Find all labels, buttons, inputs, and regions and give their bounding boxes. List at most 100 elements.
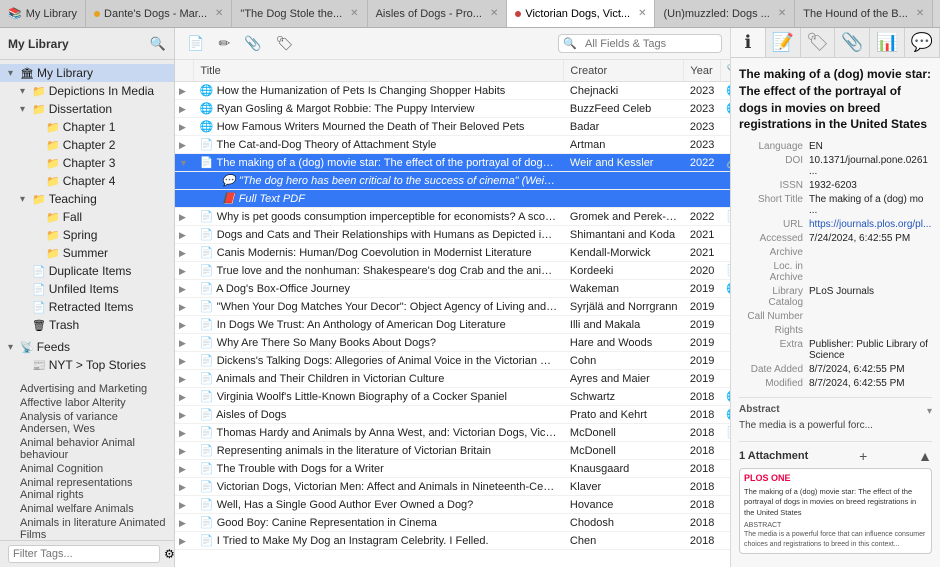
row-title[interactable]: 📄 Thomas Hardy and Animals by Anna West,… xyxy=(194,424,564,442)
right-tab-relate[interactable]: 📊 xyxy=(870,28,905,57)
tree-toggle[interactable]: ▾ xyxy=(20,104,32,115)
tab-dantes-dogs[interactable]: Dante's Dogs - Mar... ✕ xyxy=(86,0,232,28)
table-row[interactable]: ▶ 📄 Canis Modernis: Human/Dog Coevolutio… xyxy=(175,244,730,262)
row-title[interactable]: 📕 Full Text PDF xyxy=(194,190,564,208)
sidebar-item-chapter3[interactable]: 📁 Chapter 3 xyxy=(0,154,174,172)
sidebar-item-depictions[interactable]: ▾ 📁 Depictions In Media xyxy=(0,82,174,100)
tag-item[interactable]: Animals in literature Animated Films xyxy=(0,516,174,540)
row-title[interactable]: 📄 The Cat-and-Dog Theory of Attachment S… xyxy=(194,136,564,154)
row-title[interactable]: 📄 Canis Modernis: Human/Dog Coevolution … xyxy=(194,244,564,262)
sidebar-item-chapter4[interactable]: 📁 Chapter 4 xyxy=(0,172,174,190)
tag-item[interactable]: Advertising and Marketing xyxy=(0,382,174,396)
row-title[interactable]: 📄 Good Boy: Canine Representation in Cin… xyxy=(194,514,564,532)
filter-settings-icon[interactable]: ⚙ xyxy=(164,547,175,561)
row-title[interactable]: 📄 I Tried to Make My Dog an Instagram Ce… xyxy=(194,532,564,550)
row-title[interactable]: 📄 A Dog's Box-Office Journey xyxy=(194,280,564,298)
row-expand[interactable]: ▶ xyxy=(175,208,194,226)
row-title[interactable]: 📄 Why Are There So Many Books About Dogs… xyxy=(194,334,564,352)
row-expand[interactable]: ▶ xyxy=(175,388,194,406)
tag-item[interactable]: Animal behavior Animal behaviour xyxy=(0,436,174,462)
table-row[interactable]: ▶ 📄 In Dogs We Trust: An Anthology of Am… xyxy=(175,316,730,334)
row-title[interactable]: 📄 In Dogs We Trust: An Anthology of Amer… xyxy=(194,316,564,334)
table-row[interactable]: ▶ 📄 Animals and Their Children in Victor… xyxy=(175,370,730,388)
right-tab-info[interactable]: ℹ xyxy=(731,28,766,57)
info-value[interactable]: 10.1371/journal.pone.0261 ... xyxy=(809,155,932,177)
tab-dog-stole[interactable]: "The Dog Stole the... ✕ xyxy=(232,0,367,28)
filter-tags-input[interactable] xyxy=(8,545,160,563)
row-title[interactable]: 📄 Why is pet goods consumption impercept… xyxy=(194,208,564,226)
row-expand[interactable]: ▶ xyxy=(175,370,194,388)
attach-btn[interactable]: 📎 xyxy=(240,33,265,54)
sidebar-item-dissertation[interactable]: ▾ 📁 Dissertation xyxy=(0,100,174,118)
tab-hound[interactable]: The Hound of the B... ✕ xyxy=(795,0,933,28)
col-year-header[interactable]: Year xyxy=(684,60,720,82)
row-expand[interactable]: ▶ xyxy=(175,514,194,532)
row-title[interactable]: 🌐 Ryan Gosling & Margot Robbie: The Pupp… xyxy=(194,100,564,118)
table-row[interactable]: ▶ 📄 Dogs and Cats and Their Relationship… xyxy=(175,226,730,244)
new-item-btn[interactable]: 📄 xyxy=(183,33,208,54)
row-expand[interactable]: ▶ xyxy=(175,334,194,352)
sidebar-item-unfiled[interactable]: 📄 Unfiled Items xyxy=(0,280,174,298)
row-title[interactable]: 📄 Aisles of Dogs xyxy=(194,406,564,424)
table-row[interactable]: ▶ 📄 Why Are There So Many Books About Do… xyxy=(175,334,730,352)
tab-victorian-dogs[interactable]: Victorian Dogs, Vict... ✕ xyxy=(507,0,655,28)
tab-close[interactable]: ✕ xyxy=(916,8,924,19)
row-expand[interactable]: ▶ xyxy=(175,532,194,550)
table-row[interactable]: 💬 "The dog hero has been critical to the… xyxy=(175,172,730,190)
table-row[interactable]: ▶ 📄 The Cat-and-Dog Theory of Attachment… xyxy=(175,136,730,154)
table-row[interactable]: ▶ 🌐 How the Humanization of Pets Is Chan… xyxy=(175,82,730,100)
sidebar-item-fall[interactable]: 📁 Fall xyxy=(0,208,174,226)
sidebar-item-chapter1[interactable]: 📁 Chapter 1 xyxy=(0,118,174,136)
right-tab-attach[interactable]: 📎 xyxy=(835,28,870,57)
tag-item[interactable]: Analysis of variance Andersen, Wes xyxy=(0,410,174,436)
row-title[interactable]: 📄 Virginia Woolf's Little-Known Biograph… xyxy=(194,388,564,406)
sidebar-item-trash[interactable]: 🗑 Trash xyxy=(0,316,174,334)
tag-item[interactable]: Animal welfare Animals xyxy=(0,502,174,516)
row-expand[interactable]: ▶ xyxy=(175,226,194,244)
row-title[interactable]: 📄 The making of a (dog) movie star: The … xyxy=(194,154,564,172)
row-expand[interactable]: ▶ xyxy=(175,442,194,460)
row-expand[interactable]: ▶ xyxy=(175,100,194,118)
tree-toggle[interactable]: ▾ xyxy=(20,194,32,205)
tag-item[interactable]: Animal Cognition xyxy=(0,462,174,476)
table-row[interactable]: 📕 Full Text PDF xyxy=(175,190,730,208)
row-title[interactable]: 📄 Representing animals in the literature… xyxy=(194,442,564,460)
table-row[interactable]: ▶ 📄 True love and the nonhuman: Shakespe… xyxy=(175,262,730,280)
table-row[interactable]: ▶ 📄 Virginia Woolf's Little-Known Biogra… xyxy=(175,388,730,406)
row-expand[interactable]: ▶ xyxy=(175,406,194,424)
col-title-header[interactable]: Title xyxy=(194,60,564,82)
table-row[interactable]: ▶ 🌐 Ryan Gosling & Margot Robbie: The Pu… xyxy=(175,100,730,118)
sidebar-item-feeds[interactable]: ▾ 📡 Feeds xyxy=(0,338,174,356)
table-row[interactable]: ▶ 📄 Representing animals in the literatu… xyxy=(175,442,730,460)
row-title[interactable]: 📄 Well, Has a Single Good Author Ever Ow… xyxy=(194,496,564,514)
abstract-expand-icon[interactable]: ▾ xyxy=(927,406,932,417)
tree-toggle[interactable]: ▾ xyxy=(20,86,32,97)
sidebar-item-my-library[interactable]: ▾ 🏛 My Library xyxy=(0,64,174,82)
row-title[interactable]: 💬 "The dog hero has been critical to the… xyxy=(194,172,564,190)
table-row[interactable]: ▶ 📄 I Tried to Make My Dog an Instagram … xyxy=(175,532,730,550)
tag-btn[interactable]: 🏷 xyxy=(272,33,298,54)
tab-close[interactable]: ✕ xyxy=(490,8,498,19)
row-expand[interactable]: ▶ xyxy=(175,478,194,496)
row-expand[interactable]: ▼ xyxy=(175,154,194,172)
table-row[interactable]: ▶ 📄 Well, Has a Single Good Author Ever … xyxy=(175,496,730,514)
row-expand[interactable]: ▶ xyxy=(175,496,194,514)
row-expand[interactable]: ▶ xyxy=(175,136,194,154)
row-title[interactable]: 📄 True love and the nonhuman: Shakespear… xyxy=(194,262,564,280)
row-expand[interactable]: ▶ xyxy=(175,244,194,262)
row-expand[interactable]: ▶ xyxy=(175,460,194,478)
tag-item[interactable]: Affective labor Alterity xyxy=(0,396,174,410)
row-expand[interactable]: ▶ xyxy=(175,280,194,298)
sidebar-item-summer[interactable]: 📁 Summer xyxy=(0,244,174,262)
table-row[interactable]: ▶ 📄 "When Your Dog Matches Your Decor": … xyxy=(175,298,730,316)
row-expand[interactable]: ▶ xyxy=(175,352,194,370)
table-row[interactable]: ▶ 🌐 How Famous Writers Mourned the Death… xyxy=(175,118,730,136)
sidebar-item-teaching[interactable]: ▾ 📁 Teaching xyxy=(0,190,174,208)
right-tab-comment[interactable]: 💬 xyxy=(905,28,940,57)
tree-toggle[interactable]: ▾ xyxy=(8,68,20,79)
info-value[interactable]: https://journals.plos.org/pl... xyxy=(809,219,932,230)
row-title[interactable]: 🌐 How the Humanization of Pets Is Changi… xyxy=(194,82,564,100)
table-row[interactable]: ▶ 📄 Why is pet goods consumption imperce… xyxy=(175,208,730,226)
table-row[interactable]: ▶ 📄 Aisles of Dogs Prato and Kehrt 2018 … xyxy=(175,406,730,424)
tab-close[interactable]: ✕ xyxy=(215,8,223,19)
